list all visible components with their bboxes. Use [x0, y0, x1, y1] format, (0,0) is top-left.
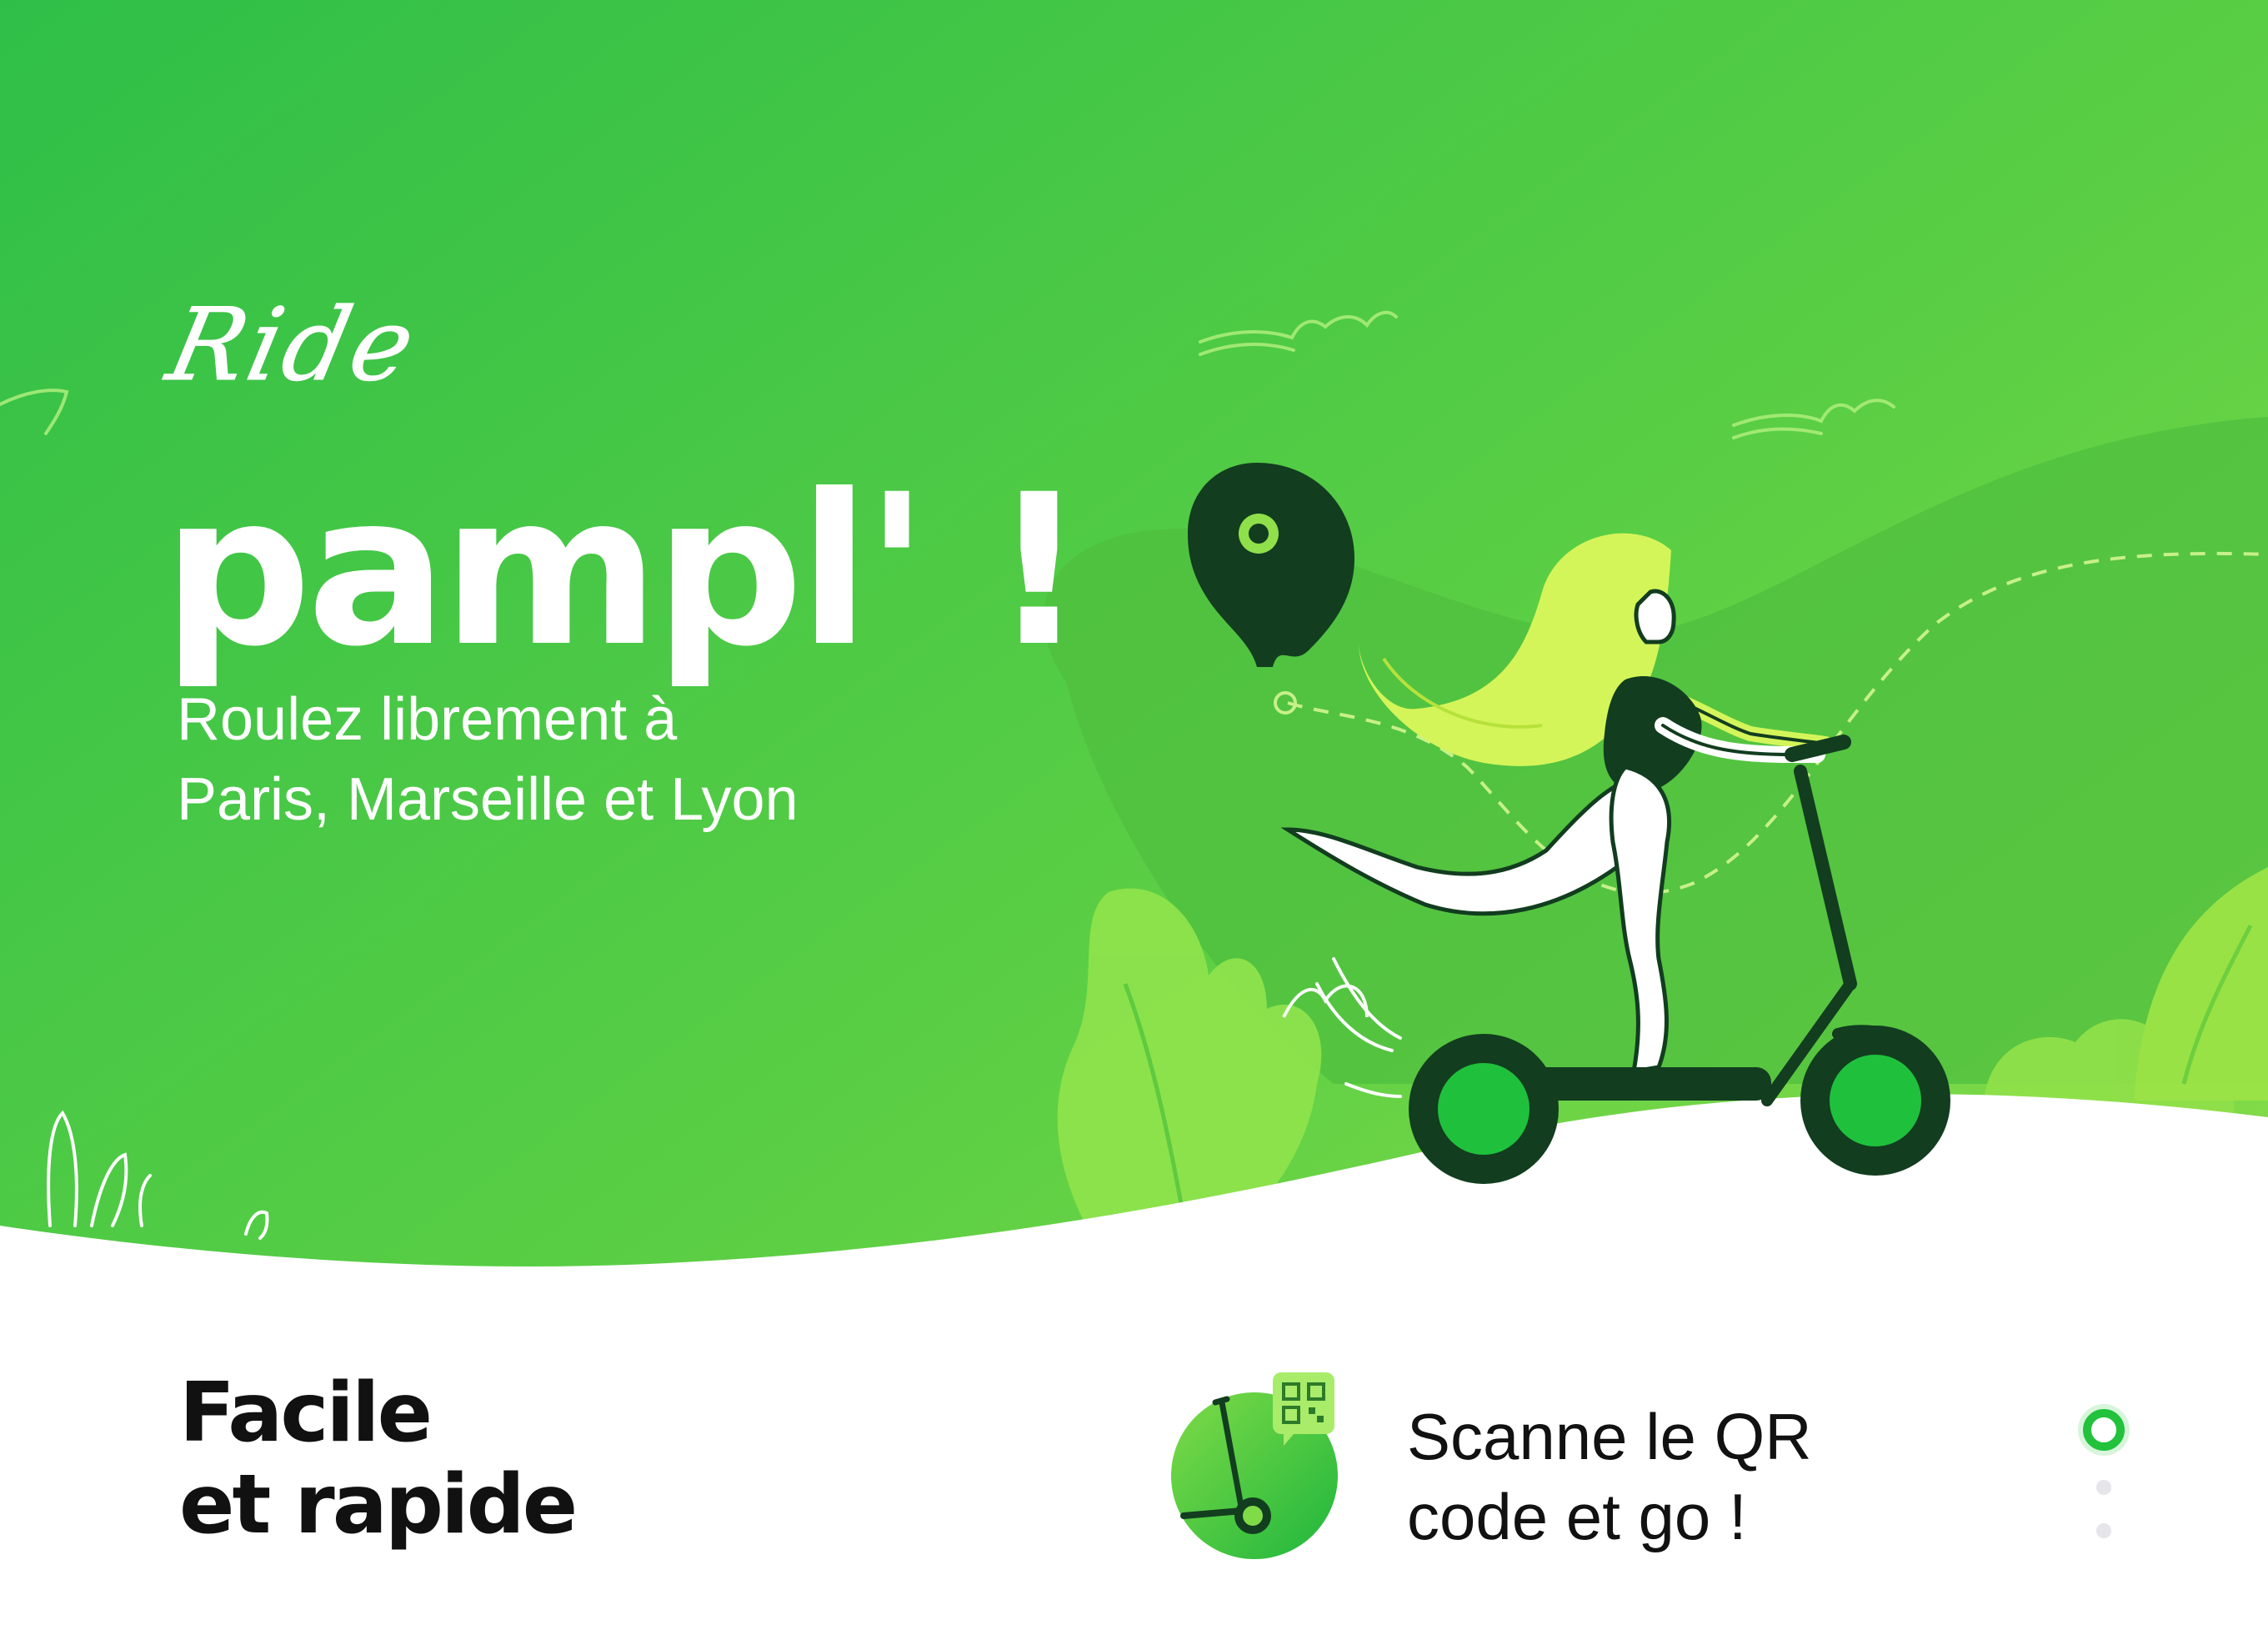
- carousel-dot[interactable]: [2096, 1523, 2111, 1538]
- carousel-dots: [2080, 1409, 2127, 1551]
- rider-head: [1634, 589, 1676, 644]
- feature-title-line-1: Facile: [179, 1366, 433, 1461]
- step-text-line-1: Scanne le QR: [1407, 1400, 1812, 1473]
- tagline-line-2: Paris, Marseille et Lyon: [177, 766, 799, 833]
- carousel-dot-active[interactable]: [2083, 1409, 2125, 1451]
- feature-title: Facile et rapide: [179, 1366, 578, 1552]
- step-text-line-2: code et go !: [1407, 1480, 1747, 1553]
- hero-tagline: Roulez librement à Paris, Marseille et L…: [177, 680, 1010, 840]
- feature-title-line-2: et rapide: [179, 1457, 578, 1552]
- scan-step-illustration: [1171, 1372, 1338, 1559]
- carousel-dot[interactable]: [2096, 1480, 2111, 1495]
- scan-step-text: Scanne le QR code et go !: [1407, 1397, 1990, 1557]
- brand-name: pampl' !: [163, 449, 1086, 692]
- hero-script-title: Ride: [158, 288, 428, 404]
- tagline-line-1: Roulez librement à: [177, 686, 678, 753]
